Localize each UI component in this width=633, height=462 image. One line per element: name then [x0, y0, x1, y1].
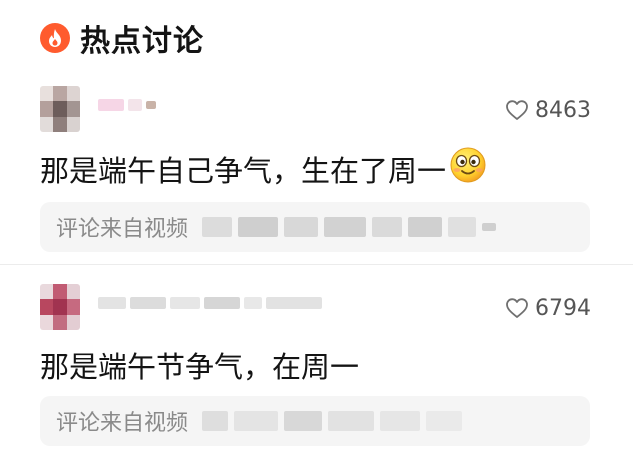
video-title-blurred-part	[324, 217, 367, 237]
heart-outline-icon	[506, 298, 528, 318]
heart-outline-icon	[506, 100, 528, 120]
source-label: 评论来自视频	[56, 217, 189, 242]
video-title-blurred-part	[328, 411, 375, 431]
comment-source-bar[interactable]: 评论来自视频	[40, 202, 590, 252]
section-header: 热点讨论	[40, 18, 204, 59]
comment-body: 那是端午自己争气，生在了周一	[40, 153, 447, 188]
source-label: 评论来自视频	[56, 411, 189, 436]
comment-source-bar[interactable]: 评论来自视频	[40, 396, 590, 446]
like-count: 8463	[535, 97, 591, 123]
like-button[interactable]: 6794	[505, 295, 591, 321]
comment-body: 那是端午节争气，在周一	[40, 350, 360, 384]
smiley-emoji-icon	[448, 146, 488, 191]
comment-text: 那是端午节争气，在周一	[40, 344, 359, 386]
video-title-blurred	[202, 217, 233, 237]
username-blurred[interactable]	[98, 292, 326, 314]
divider	[0, 264, 633, 265]
video-title-blurred-part	[408, 217, 443, 237]
video-title-blurred-part	[482, 223, 497, 231]
video-title-blurred-part	[426, 411, 463, 431]
video-title-blurred-part	[284, 217, 319, 237]
section-title: 热点讨论	[80, 24, 204, 59]
video-title-blurred-part	[380, 411, 421, 431]
flame-icon	[40, 23, 70, 53]
comment-text: 那是端午自己争气，生在了周一	[40, 146, 488, 191]
video-title-blurred-part	[284, 411, 323, 431]
avatar[interactable]	[40, 284, 80, 330]
avatar[interactable]	[40, 86, 80, 132]
username-blurred[interactable]	[98, 94, 160, 116]
video-title-blurred-part	[448, 217, 477, 237]
video-title-blurred-part	[372, 217, 403, 237]
video-title-blurred	[202, 411, 229, 431]
like-button[interactable]: 8463	[505, 97, 591, 123]
video-title-blurred-part	[234, 411, 279, 431]
video-title-blurred-part	[238, 217, 279, 237]
like-count: 6794	[535, 295, 591, 321]
